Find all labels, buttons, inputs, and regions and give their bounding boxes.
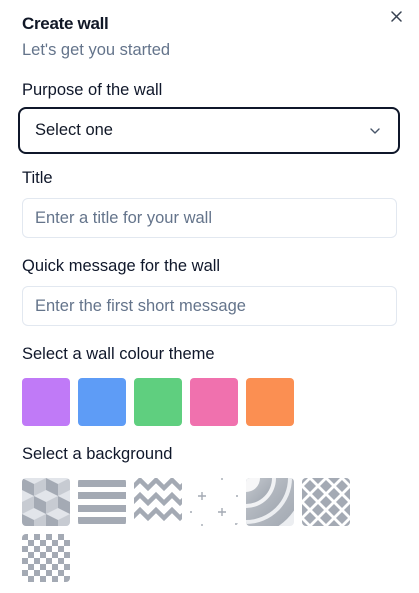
purpose-select-value: Select one — [35, 121, 113, 139]
title-input[interactable] — [22, 198, 397, 238]
checkerboard-pattern-icon — [22, 534, 70, 582]
background-option-plus[interactable] — [190, 478, 238, 526]
background-option-zigzag[interactable] — [134, 478, 182, 526]
cubes-pattern-icon — [22, 478, 70, 526]
horizontal-stripes-pattern-icon — [78, 478, 126, 526]
zigzag-pattern-icon — [134, 478, 182, 526]
message-label: Quick message for the wall — [22, 257, 221, 275]
page-subtitle: Let's get you started — [22, 41, 171, 59]
background-label: Select a background — [22, 445, 173, 463]
concentric-arcs-pattern-icon — [246, 478, 294, 526]
purpose-select[interactable]: Select one — [18, 107, 400, 154]
background-option-diamonds[interactable] — [302, 478, 350, 526]
background-option-arcs[interactable] — [246, 478, 294, 526]
title-label: Title — [22, 169, 53, 187]
colour-theme-label: Select a wall colour theme — [22, 345, 215, 363]
colour-theme-swatches — [22, 378, 294, 426]
colour-swatch-pink[interactable] — [190, 378, 238, 426]
background-options — [22, 478, 362, 582]
colour-swatch-orange[interactable] — [246, 378, 294, 426]
colour-swatch-purple[interactable] — [22, 378, 70, 426]
diamonds-pattern-icon — [302, 478, 350, 526]
plus-signs-pattern-icon — [190, 478, 238, 526]
colour-swatch-blue[interactable] — [78, 378, 126, 426]
background-option-checkerboard[interactable] — [22, 534, 70, 582]
close-icon — [390, 10, 402, 22]
close-button[interactable] — [386, 6, 406, 26]
purpose-label: Purpose of the wall — [22, 81, 163, 99]
background-option-cubes[interactable] — [22, 478, 70, 526]
background-option-stripes[interactable] — [78, 478, 126, 526]
chevron-down-icon — [370, 128, 380, 134]
page-title: Create wall — [22, 14, 109, 33]
colour-swatch-green[interactable] — [134, 378, 182, 426]
message-input[interactable] — [22, 286, 397, 326]
